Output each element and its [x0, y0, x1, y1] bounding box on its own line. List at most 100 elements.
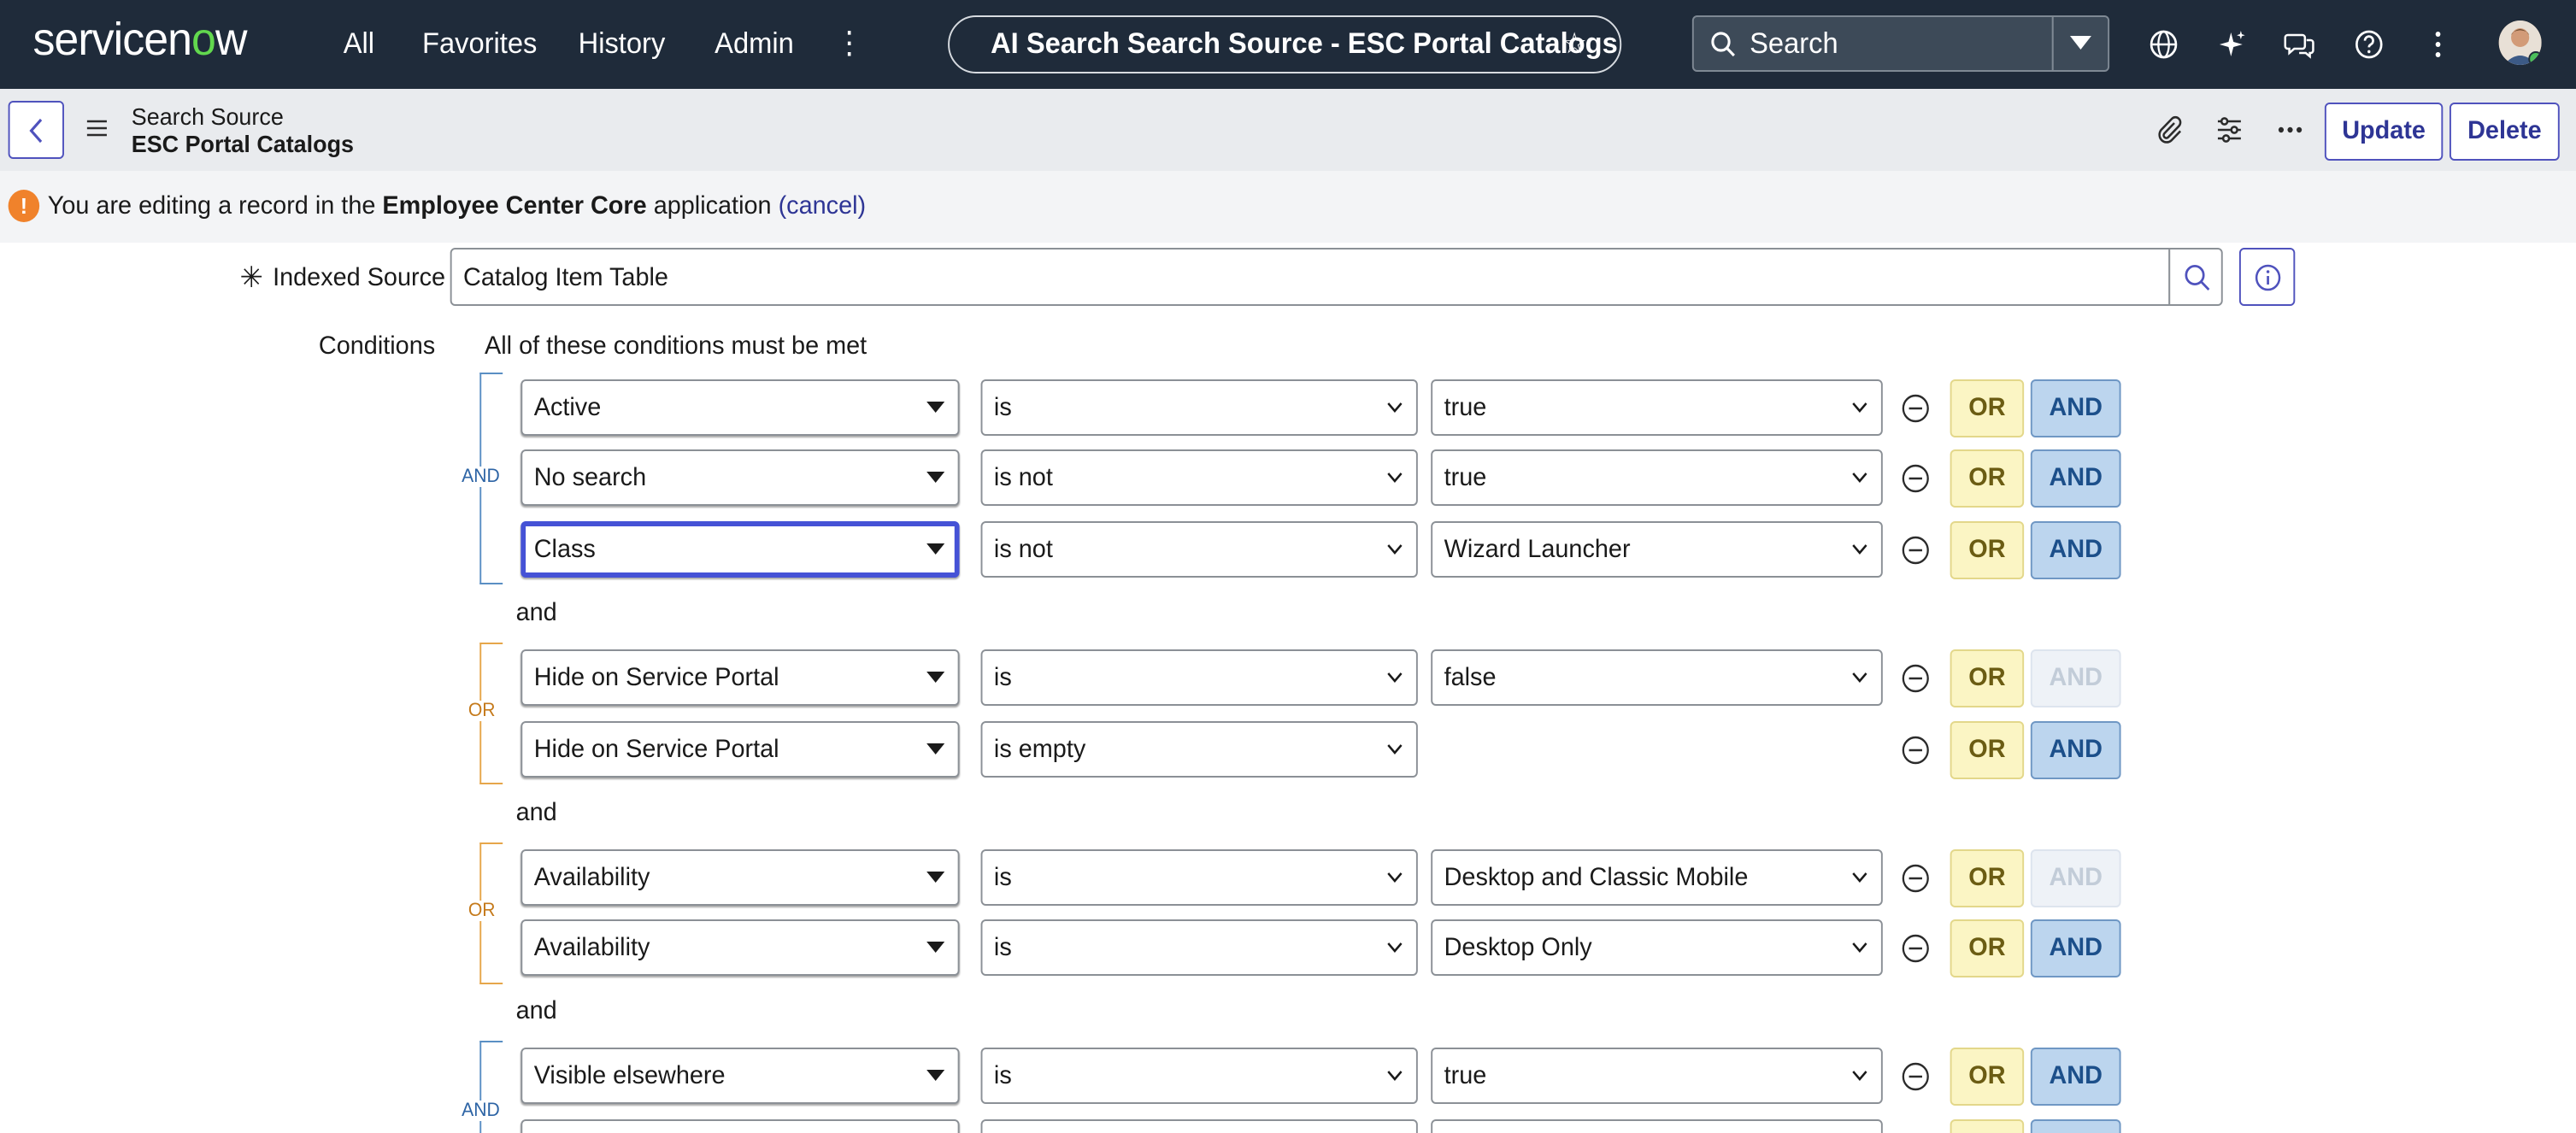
- condition-field-select[interactable]: Catalogs: [520, 1119, 960, 1133]
- or-button[interactable]: OR: [1950, 649, 2025, 707]
- condition-operator-select[interactable]: is: [980, 1048, 1418, 1104]
- conditions-summary: All of these conditions must be met: [485, 332, 867, 361]
- remove-condition-icon[interactable]: [1901, 535, 1931, 566]
- condition-value-select[interactable]: true: [1431, 1048, 1883, 1104]
- search-placeholder: Search: [1750, 27, 1838, 60]
- and-button[interactable]: AND: [2030, 521, 2121, 579]
- and-button[interactable]: AND: [2030, 449, 2121, 508]
- favorite-star-icon[interactable]: ☆: [1562, 17, 1587, 70]
- update-button[interactable]: Update: [2324, 103, 2444, 161]
- condition-field-select[interactable]: Hide on Service Portal: [520, 649, 960, 706]
- nav-admin[interactable]: Admin: [715, 27, 794, 62]
- condition-value-select[interactable]: true: [1431, 379, 1883, 436]
- cancel-edit-link[interactable]: (cancel): [779, 191, 867, 220]
- back-button[interactable]: [8, 101, 64, 159]
- personalize-settings-icon[interactable]: [2214, 114, 2244, 145]
- or-button[interactable]: OR: [1950, 1048, 2025, 1106]
- condition-field-select[interactable]: Active: [520, 379, 960, 436]
- condition-value-select[interactable]: Wizard Launcher: [1431, 521, 1883, 578]
- warning-app-name: Employee Center Core: [382, 191, 647, 220]
- condition-value: true: [1444, 393, 1487, 422]
- help-icon[interactable]: [2353, 27, 2385, 62]
- more-actions-icon[interactable]: [2275, 114, 2305, 145]
- chat-icon[interactable]: [2284, 27, 2316, 62]
- or-button[interactable]: OR: [1950, 449, 2025, 508]
- condition-value: true: [1444, 1061, 1487, 1090]
- page-title-pill[interactable]: AI Search Search Source - ESC Portal Cat…: [948, 15, 1622, 73]
- group-joiner: and: [515, 798, 557, 827]
- condition-field-select[interactable]: Availability: [520, 849, 960, 906]
- nav-favorites[interactable]: Favorites: [422, 27, 537, 62]
- conditions-label: Conditions: [318, 332, 436, 361]
- servicenow-logo[interactable]: servicenow: [32, 14, 247, 67]
- or-button[interactable]: OR: [1950, 919, 2025, 977]
- and-button: AND: [2030, 849, 2121, 907]
- condition-operator-value: is: [993, 933, 1012, 962]
- search-scope-dropdown[interactable]: [2051, 15, 2110, 72]
- user-avatar[interactable]: [2498, 21, 2542, 65]
- remove-condition-icon[interactable]: [1901, 663, 1931, 694]
- or-button[interactable]: OR: [1950, 721, 2025, 779]
- attachment-icon[interactable]: [2154, 114, 2184, 145]
- condition-field-value: Hide on Service Portal: [533, 663, 779, 692]
- or-button[interactable]: OR: [1950, 849, 2025, 907]
- condition-field-select[interactable]: Availability: [520, 919, 960, 976]
- record-table-label: Search Source: [131, 103, 284, 130]
- condition-value-select[interactable]: Desktop Only: [1431, 919, 1883, 976]
- indexed-source-lookup-button[interactable]: [2168, 248, 2223, 306]
- condition-value-select[interactable]: false: [1431, 649, 1883, 706]
- or-button[interactable]: OR: [1950, 379, 2025, 437]
- condition-operator-select[interactable]: is empty: [980, 721, 1418, 778]
- sparkle-assist-icon[interactable]: [2216, 27, 2249, 62]
- condition-value: Wizard Launcher: [1444, 535, 1631, 564]
- online-status-dot: [2528, 51, 2542, 65]
- condition-field-select[interactable]: Hide on Service Portal: [520, 721, 960, 778]
- and-button[interactable]: AND: [2030, 919, 2121, 977]
- or-button[interactable]: OR: [1950, 521, 2025, 579]
- condition-field-value: Visible elsewhere: [533, 1061, 726, 1090]
- condition-operator-select[interactable]: does not contain: [980, 1119, 1418, 1133]
- and-button[interactable]: AND: [2030, 379, 2121, 437]
- remove-condition-icon[interactable]: [1901, 933, 1931, 964]
- warning-message: You are editing a record in the Employee…: [48, 191, 866, 220]
- condition-operator-select[interactable]: is: [980, 849, 1418, 906]
- more-menu-icon[interactable]: ⋮: [834, 22, 864, 63]
- and-button[interactable]: AND: [2030, 1048, 2121, 1106]
- nav-history[interactable]: History: [579, 27, 666, 62]
- condition-operator-value: is: [993, 1061, 1012, 1090]
- and-button[interactable]: AND: [2030, 721, 2121, 779]
- delete-button[interactable]: Delete: [2449, 103, 2560, 161]
- condition-value-select[interactable]: true: [1431, 449, 1883, 506]
- condition-field-select[interactable]: Visible elsewhere: [520, 1048, 960, 1104]
- indexed-source-info-button[interactable]: [2238, 248, 2296, 306]
- remove-condition-icon[interactable]: [1901, 735, 1931, 766]
- condition-operator-select[interactable]: is not: [980, 521, 1418, 578]
- condition-field-select[interactable]: No search: [520, 449, 960, 506]
- remove-condition-icon[interactable]: [1901, 1061, 1931, 1092]
- globe-icon[interactable]: [2147, 27, 2179, 62]
- condition-operator-select[interactable]: is not: [980, 449, 1418, 506]
- condition-value-select[interactable]: Desktop and Classic Mobile: [1431, 849, 1883, 906]
- condition-value-select[interactable]: Admin Home✕: [1431, 1119, 1883, 1133]
- remove-condition-icon[interactable]: [1901, 393, 1931, 424]
- remove-condition-icon[interactable]: [1901, 463, 1931, 494]
- condition-operator-select[interactable]: is: [980, 379, 1418, 436]
- indexed-source-input[interactable]: [450, 248, 2171, 306]
- more-options-icon[interactable]: [2421, 27, 2454, 62]
- condition-operator-select[interactable]: is: [980, 649, 1418, 706]
- chevron-down-icon: [1852, 473, 1867, 483]
- global-search-input[interactable]: Search: [1691, 15, 2054, 72]
- condition-operator-select[interactable]: is: [980, 919, 1418, 976]
- chevron-down-icon: [1387, 1071, 1403, 1081]
- and-button[interactable]: AND: [2030, 1119, 2121, 1133]
- condition-field-select[interactable]: Class: [520, 521, 960, 578]
- or-button[interactable]: OR: [1950, 1119, 2025, 1133]
- clear-value-icon[interactable]: ✕: [1813, 1121, 1835, 1133]
- group-joiner: and: [515, 996, 557, 1025]
- chevron-down-icon: [1387, 672, 1403, 683]
- nav-all[interactable]: All: [344, 27, 374, 62]
- context-menu-icon[interactable]: [85, 118, 109, 138]
- remove-condition-icon[interactable]: [1901, 863, 1931, 894]
- condition-field-value: Availability: [533, 933, 650, 962]
- record-header: Search Source ESC Portal Catalogs Update…: [0, 89, 2576, 171]
